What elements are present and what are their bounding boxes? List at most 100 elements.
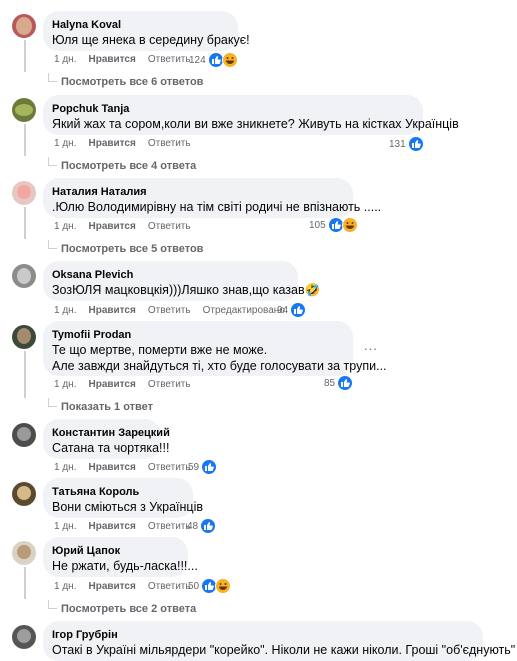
comment-bubble: Юрий Цапок Не ржати, будь-ласка!!!... [43,537,198,577]
comment-text: .Юлю Володимирівну на тім світі родичі н… [52,200,382,214]
haha-reaction-icon [341,217,358,233]
avatar[interactable] [12,423,36,447]
like-button[interactable]: Нравится [88,221,135,232]
reactions[interactable]: 48 [187,518,217,534]
avatar[interactable] [12,625,36,649]
comment-text: Отакі в Україні мільярдери "корейко". Ні… [52,643,516,657]
comment-actions: 1 дн. Нравится Ответить Отредактировано [54,304,297,318]
comment-actions: 1 дн. Нравится Ответить [54,53,203,67]
reaction-count: 94 [277,304,289,316]
comment-time[interactable]: 1 дн. [54,54,76,65]
like-button[interactable]: Нравится [88,305,135,316]
reactions[interactable]: 105 [309,217,358,233]
comment-text: ЗозЮЛЯ мацковцкія)))Ляшко знав,що казав🤣 [52,283,321,297]
thread-line [24,207,26,239]
like-button[interactable]: Нравится [88,54,135,65]
avatar[interactable] [12,181,36,205]
thread-line [24,40,26,72]
like-reaction-icon [201,459,218,475]
view-replies-link[interactable]: Посмотреть все 5 ответов [48,240,203,255]
reaction-count: 48 [187,520,199,532]
comment-text: Те що мертве, померти вже не може. [52,343,268,357]
avatar[interactable] [12,482,36,506]
reply-button[interactable]: Ответить [148,379,191,390]
comment-time[interactable]: 1 дн. [54,581,76,592]
comment-bubble: Halyna Koval Юля ще янека в середину бра… [43,11,250,51]
comment-bubble: Popchuk Tanja Який жах та сором,коли ви … [43,95,459,135]
view-replies-link[interactable]: Показать 1 ответ [48,398,153,413]
avatar[interactable] [12,14,36,38]
like-reaction-icon [407,136,424,152]
comment-actions: 1 дн. Нравится Ответить [54,461,203,475]
reaction-count: 50 [188,580,200,592]
reply-button[interactable]: Ответить [148,54,191,65]
like-button[interactable]: Нравится [88,138,135,149]
comment-text: Не ржати, будь-ласка!!!... [52,559,198,573]
comment-time[interactable]: 1 дн. [54,462,76,473]
comment-author[interactable]: Oksana Plevich [52,268,288,282]
comment-time[interactable]: 1 дн. [54,521,76,532]
like-reaction-icon [290,302,307,318]
comment-author[interactable]: Halyna Koval [52,18,228,32]
reply-button[interactable]: Ответить [148,462,191,473]
comment-actions: 1 дн. Нравится Ответить [54,378,203,392]
reaction-count: 85 [324,377,336,389]
comment-bubble: Tymofii Prodan Те що мертве, померти вже… [43,321,387,376]
avatar[interactable] [12,325,36,349]
thread-line [24,567,26,599]
comment-time[interactable]: 1 дн. [54,379,76,390]
comment-bubble: Наталия Наталия .Юлю Володимирівну на ті… [43,178,382,218]
avatar[interactable] [12,264,36,288]
comment-author[interactable]: Татьяна Король [52,485,183,499]
reply-button[interactable]: Ответить [148,581,191,592]
comment-actions: 1 дн. Нравится Ответить [54,137,203,151]
comment-text: Юля ще янека в середину бракує! [52,33,250,47]
like-button[interactable]: Нравится [88,521,135,532]
haha-reaction-icon [221,52,238,68]
avatar[interactable] [12,541,36,565]
comment-author[interactable]: Tymofii Prodan [52,328,343,342]
reaction-count: 124 [189,54,206,66]
view-replies-link[interactable]: Посмотреть все 4 ответа [48,157,196,172]
comment-bubble: Oksana Plevich ЗозЮЛЯ мацковцкія)))Ляшко… [43,261,321,301]
edited-label: Отредактировано [202,305,285,316]
comment-actions: 1 дн. Нравится Ответить [54,580,203,594]
reply-button[interactable]: Ответить [148,305,191,316]
reactions[interactable]: 94 [277,302,307,318]
more-options-icon[interactable]: ... [364,338,378,353]
reactions[interactable]: 131 [389,136,424,152]
avatar[interactable] [12,98,36,122]
like-button[interactable]: Нравится [88,462,135,473]
reaction-count: 131 [389,138,406,150]
reactions[interactable]: 124 [189,52,238,68]
comment-author[interactable]: Константин Зарецкий [52,426,170,440]
like-button[interactable]: Нравится [88,581,135,592]
reply-button[interactable]: Ответить [148,221,191,232]
comment-time[interactable]: 1 дн. [54,138,76,149]
reactions[interactable]: 85 [324,375,354,391]
comment-author[interactable]: Popchuk Tanja [52,102,413,116]
comment-actions: 1 дн. Нравится Ответить [54,520,203,534]
comment-author[interactable]: Юрий Цапок [52,544,178,558]
like-reaction-icon [200,518,217,534]
comment-text: Вони сміються з Українців [52,500,204,514]
view-replies-link[interactable]: Посмотреть все 2 ответа [48,600,196,615]
comment-time[interactable]: 1 дн. [54,221,76,232]
reactions[interactable]: 59 [188,459,218,475]
reactions[interactable]: 50 [188,578,232,594]
thread-line [24,351,26,398]
reply-button[interactable]: Ответить [148,521,191,532]
reaction-count: 105 [309,219,326,231]
comment-bubble: Константин Зарецкий Сатана та чортяка!!! [43,419,170,459]
comment-text: Але завжди знайдуться ті, хто буде голос… [52,359,387,373]
comment-time[interactable]: 1 дн. [54,305,76,316]
like-button[interactable]: Нравится [88,379,135,390]
comment-author[interactable]: Ігор Грубрін [52,628,473,642]
comment-text: Який жах та сором,коли ви вже зникнете? … [52,117,459,131]
comment-text: Сатана та чортяка!!! [52,441,170,455]
reply-button[interactable]: Ответить [148,138,191,149]
comment-author[interactable]: Наталия Наталия [52,185,343,199]
view-replies-link[interactable]: Посмотреть все 6 ответов [48,73,203,88]
thread-line [24,124,26,156]
comment-actions: 1 дн. Нравится Ответить [54,220,203,234]
